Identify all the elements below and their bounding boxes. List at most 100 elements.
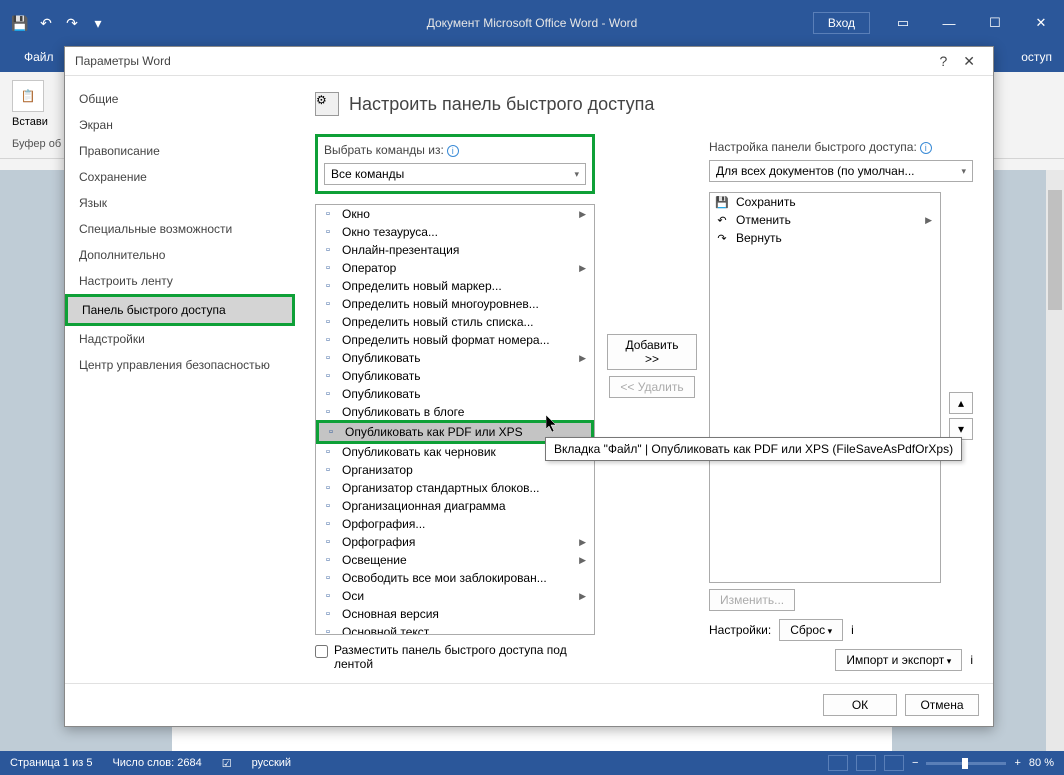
nav-item-правописание[interactable]: Правописание bbox=[65, 138, 295, 164]
cancel-button[interactable]: Отмена bbox=[905, 694, 979, 716]
qat-item[interactable]: ↷Вернуть bbox=[710, 229, 940, 247]
qat-customize-icon[interactable]: ▾ bbox=[86, 11, 110, 35]
command-icon: ▫ bbox=[320, 624, 336, 635]
paste-label: Встави bbox=[12, 116, 48, 128]
remove-button[interactable]: << Удалить bbox=[609, 376, 694, 398]
command-item[interactable]: ▫ Окно тезауруса... bbox=[316, 223, 594, 241]
command-item[interactable]: ▫Оси▶ bbox=[316, 587, 594, 605]
print-layout-icon[interactable] bbox=[856, 755, 876, 771]
command-item[interactable]: ▫Орфография... bbox=[316, 515, 594, 533]
dialog-close-icon[interactable]: ✕ bbox=[955, 53, 983, 70]
command-item[interactable]: ▫Организатор bbox=[316, 461, 594, 479]
dialog-header: Параметры Word ? ✕ bbox=[65, 47, 993, 75]
options-nav: ОбщиеЭкранПравописаниеСохранениеЯзыкСпец… bbox=[65, 76, 295, 683]
command-item[interactable]: ▫Орфография▶ bbox=[316, 533, 594, 551]
info-icon[interactable]: i bbox=[851, 623, 854, 637]
file-tab[interactable]: Файл bbox=[12, 46, 66, 72]
nav-item-панель-быстрого-доступа[interactable]: Панель быстрого доступа bbox=[68, 297, 292, 323]
import-export-button[interactable]: Импорт и экспорт bbox=[835, 649, 962, 671]
word-count[interactable]: Число слов: 2684 bbox=[112, 757, 201, 769]
zoom-level[interactable]: 80 % bbox=[1029, 757, 1054, 769]
command-icon: ▫ bbox=[320, 206, 336, 222]
command-label: Окно bbox=[342, 207, 370, 221]
command-item[interactable]: ▫Основной текст bbox=[316, 623, 594, 635]
info-icon[interactable]: i bbox=[447, 145, 459, 157]
command-item[interactable]: ▫Окно▶ bbox=[316, 205, 594, 223]
command-item[interactable]: ▫Опубликовать в блоге bbox=[316, 403, 594, 421]
command-item[interactable]: ▫Оператор▶ bbox=[316, 259, 594, 277]
command-icon: ▫ bbox=[320, 224, 336, 240]
command-item[interactable]: ▫Освещение▶ bbox=[316, 551, 594, 569]
nav-item-общие[interactable]: Общие bbox=[65, 86, 295, 112]
nav-item-надстройки[interactable]: Надстройки bbox=[65, 326, 295, 352]
choose-commands-combo[interactable]: Все команды bbox=[324, 163, 586, 185]
choose-commands-highlight: Выбрать команды из:i Все команды bbox=[315, 134, 595, 194]
command-label: Освободить все мои заблокирован... bbox=[342, 571, 547, 585]
zoom-slider[interactable] bbox=[926, 762, 1006, 765]
zoom-out-icon[interactable]: − bbox=[912, 757, 918, 769]
nav-item-экран[interactable]: Экран bbox=[65, 112, 295, 138]
command-label: Окно тезауруса... bbox=[342, 225, 438, 239]
move-up-button[interactable]: ▴ bbox=[949, 392, 973, 414]
signin-button[interactable]: Вход bbox=[813, 12, 870, 34]
command-item[interactable]: ▫Определить новый многоуровнев... bbox=[316, 295, 594, 313]
command-icon: ▫ bbox=[320, 368, 336, 384]
command-item[interactable]: ▫Определить новый формат номера... bbox=[316, 331, 594, 349]
modify-button[interactable]: Изменить... bbox=[709, 589, 795, 611]
zoom-in-icon[interactable]: + bbox=[1014, 757, 1020, 769]
info-icon[interactable]: i bbox=[920, 142, 932, 154]
dialog-help-icon[interactable]: ? bbox=[931, 53, 955, 69]
nav-item-дополнительно[interactable]: Дополнительно bbox=[65, 242, 295, 268]
customize-qat-combo[interactable]: Для всех документов (по умолчан... bbox=[709, 160, 973, 182]
qat-listbox[interactable]: 💾Сохранить↶Отменить▶↷Вернуть bbox=[709, 192, 941, 583]
nav-item-язык[interactable]: Язык bbox=[65, 190, 295, 216]
command-item[interactable]: ▫Опубликовать▶ bbox=[316, 349, 594, 367]
command-item[interactable]: ▫Основная версия bbox=[316, 605, 594, 623]
paste-button[interactable]: 📋 bbox=[12, 80, 44, 112]
command-icon: ▫ bbox=[320, 516, 336, 532]
info-icon[interactable]: i bbox=[970, 653, 973, 667]
command-item[interactable]: ▫Организатор стандартных блоков... bbox=[316, 479, 594, 497]
add-button[interactable]: Добавить >> bbox=[607, 334, 697, 370]
read-mode-icon[interactable] bbox=[828, 755, 848, 771]
command-label: Определить новый стиль списка... bbox=[342, 315, 534, 329]
nav-item-сохранение[interactable]: Сохранение bbox=[65, 164, 295, 190]
commands-listbox[interactable]: ▫Окно▶▫Окно тезауруса...▫Онлайн-презента… bbox=[315, 204, 595, 635]
language-status[interactable]: русский bbox=[252, 757, 291, 769]
command-label: Опубликовать как PDF или XPS bbox=[345, 425, 523, 439]
maximize-icon[interactable]: ☐ bbox=[972, 8, 1018, 38]
command-label: Оператор bbox=[342, 261, 396, 275]
nav-item-специальные-возможности[interactable]: Специальные возможности bbox=[65, 216, 295, 242]
command-icon: ▫ bbox=[323, 424, 339, 440]
nav-item-центр-управления-безопасностью[interactable]: Центр управления безопасностью bbox=[65, 352, 295, 378]
spellcheck-icon[interactable]: ☑ bbox=[222, 757, 232, 770]
web-layout-icon[interactable] bbox=[884, 755, 904, 771]
close-icon[interactable]: ✕ bbox=[1018, 8, 1064, 38]
qat-item[interactable]: 💾Сохранить bbox=[710, 193, 940, 211]
command-label: Освещение bbox=[342, 553, 407, 567]
qat-save-icon[interactable]: 💾 bbox=[8, 11, 32, 35]
content-heading: Настроить панель быстрого доступа bbox=[349, 94, 654, 115]
qat-undo-icon[interactable]: ↶ bbox=[34, 11, 58, 35]
command-icon: ▫ bbox=[320, 404, 336, 420]
command-item[interactable]: ▫Онлайн-презентация bbox=[316, 241, 594, 259]
nav-item-настроить-ленту[interactable]: Настроить ленту bbox=[65, 268, 295, 294]
command-item[interactable]: ▫Опубликовать bbox=[316, 367, 594, 385]
qat-item[interactable]: ↶Отменить▶ bbox=[710, 211, 940, 229]
command-item[interactable]: ▫Организационная диаграмма bbox=[316, 497, 594, 515]
minimize-icon[interactable]: — bbox=[926, 8, 972, 38]
command-item[interactable]: ▫Опубликовать bbox=[316, 385, 594, 403]
command-icon: ▫ bbox=[320, 606, 336, 622]
command-item[interactable]: ▫Определить новый стиль списка... bbox=[316, 313, 594, 331]
show-below-ribbon-checkbox[interactable] bbox=[315, 645, 328, 658]
ribbon-display-icon[interactable]: ▭ bbox=[880, 8, 926, 38]
ok-button[interactable]: ОК bbox=[823, 694, 897, 716]
qat-redo-icon[interactable]: ↷ bbox=[60, 11, 84, 35]
page-info[interactable]: Страница 1 из 5 bbox=[10, 757, 92, 769]
command-icon: ▫ bbox=[320, 260, 336, 276]
command-item[interactable]: ▫Освободить все мои заблокирован... bbox=[316, 569, 594, 587]
command-icon: ▫ bbox=[320, 480, 336, 496]
vertical-scrollbar[interactable] bbox=[1046, 170, 1064, 751]
reset-button[interactable]: Сброс bbox=[779, 619, 843, 641]
command-item[interactable]: ▫Определить новый маркер... bbox=[316, 277, 594, 295]
